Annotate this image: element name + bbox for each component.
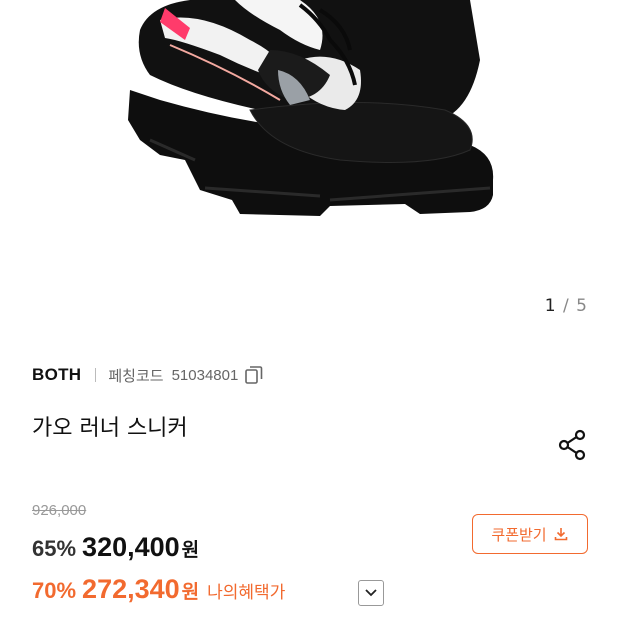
pager-separator: / (563, 296, 570, 316)
discount-rate: 65% (32, 536, 77, 561)
product-code-value: 51034801 (171, 366, 239, 384)
product-image (128, 0, 494, 216)
share-button[interactable] (556, 428, 590, 462)
product-image-gallery[interactable] (0, 0, 620, 330)
brand-name[interactable]: BOTH (32, 365, 81, 385)
benefit-discount-rate: 70% (32, 578, 77, 603)
coupon-download-button[interactable]: 쿠폰받기 (472, 514, 588, 554)
sale-price: 320,400 (82, 532, 180, 562)
benefit-dropdown-button[interactable] (358, 580, 384, 606)
divider (95, 368, 97, 382)
brand-row: BOTH 페칭코드 51034801 (32, 364, 264, 386)
copy-icon[interactable] (244, 365, 264, 385)
pager-total: 5 (576, 296, 588, 316)
benefit-currency-unit: 원 (181, 581, 200, 603)
coupon-label: 쿠폰받기 (491, 525, 547, 544)
pager-current: 1 (544, 296, 557, 316)
benefit-price: 272,340 (82, 574, 180, 604)
currency-unit: 원 (181, 539, 200, 561)
benefit-label: 나의혜택가 (207, 583, 286, 603)
download-icon (554, 528, 567, 541)
product-code-label: 페칭코드 (108, 366, 164, 385)
original-price: 926,000 (32, 502, 87, 519)
share-icon (558, 429, 586, 461)
benefit-price-row: 70% 272,340 원 나의혜택가 (32, 574, 285, 605)
image-pager: 1 / 5 (545, 296, 588, 316)
sale-price-row: 65% 320,400 원 (32, 532, 199, 563)
product-name: 가오 러너 스니커 (32, 416, 188, 441)
chevron-down-icon (365, 589, 377, 597)
